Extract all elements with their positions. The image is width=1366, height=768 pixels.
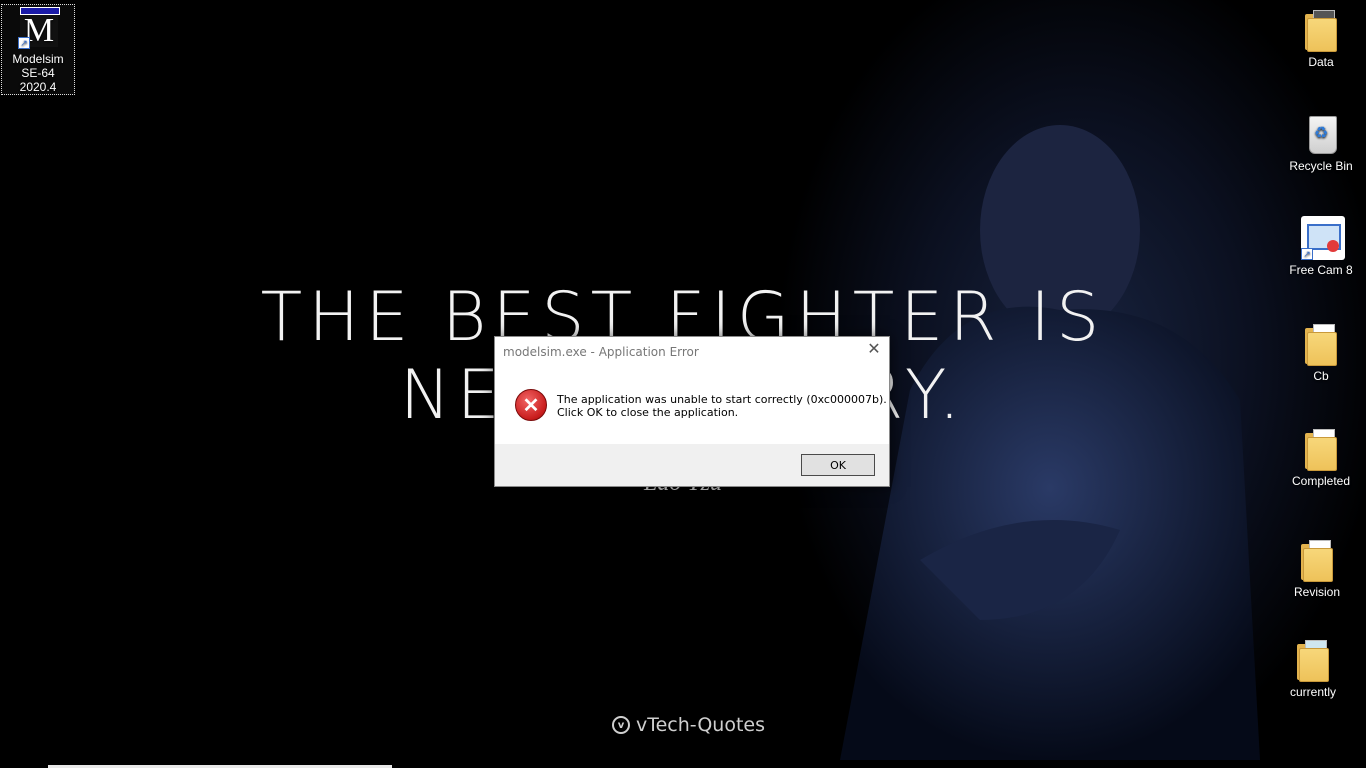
desktop-icon-cb[interactable]: Cb [1285, 322, 1357, 383]
desktop-icon-revision[interactable]: Revision [1281, 538, 1353, 599]
brand-logo-icon: v [612, 716, 630, 734]
desktop-icon-label: currently [1289, 685, 1336, 699]
desktop-icon-completed[interactable]: Completed [1285, 427, 1357, 488]
desktop-icon-label: Data [1308, 55, 1334, 69]
desktop-icon-label: Modelsim [12, 52, 64, 66]
shortcut-arrow-icon: ↗ [1301, 248, 1313, 260]
shortcut-arrow-icon: ↗ [18, 37, 30, 49]
desktop-icon-free-cam[interactable]: ↗ Free Cam 8 [1285, 216, 1357, 277]
folder-icon [1301, 427, 1341, 471]
desktop-icon-label: Recycle Bin [1289, 159, 1353, 173]
desktop-icon-modelsim[interactable]: M ↗ Modelsim SE-64 2020.4 [1, 4, 75, 95]
desktop-icon-label: Revision [1293, 585, 1341, 599]
dialog-title: modelsim.exe - Application Error [503, 345, 699, 359]
dialog-footer: OK [495, 444, 889, 486]
application-error-dialog: modelsim.exe - Application Error ✕ ✕ The… [494, 336, 890, 487]
folder-icon [1293, 638, 1333, 682]
modelsim-app-icon: M ↗ [18, 5, 60, 49]
desktop-icon-label-2: SE-64 2020.4 [19, 66, 57, 94]
ok-button[interactable]: OK [801, 454, 875, 476]
folder-icon [1301, 322, 1341, 366]
desktop-icon-recycle-bin[interactable]: ♻ Recycle Bin [1285, 112, 1357, 173]
desktop-icon-label: Completed [1291, 474, 1351, 488]
dialog-message-line2: Click OK to close the application. [557, 406, 739, 419]
brand-label: vTech-Quotes [636, 714, 766, 736]
folder-icon [1297, 538, 1337, 582]
dialog-message-line1: The application was unable to start corr… [557, 393, 887, 406]
recycle-bin-icon: ♻ [1301, 112, 1341, 156]
dialog-message: The application was unable to start corr… [557, 393, 887, 419]
close-icon[interactable]: ✕ [865, 341, 883, 359]
wallpaper-brand: v vTech-Quotes [612, 714, 765, 736]
free-cam-app-icon: ↗ [1301, 216, 1345, 260]
desktop-icon-label: Free Cam 8 [1289, 263, 1353, 277]
desktop-icon-data[interactable]: Data [1285, 8, 1357, 69]
desktop-icon-currently[interactable]: currently [1277, 638, 1349, 699]
desktop[interactable]: THE BEST FIGHTER IS NEVER ANGRY. Lao Tzu… [0, 0, 1366, 768]
folder-icon [1301, 8, 1341, 52]
error-icon: ✕ [515, 389, 547, 421]
desktop-icon-label: Cb [1313, 369, 1329, 383]
